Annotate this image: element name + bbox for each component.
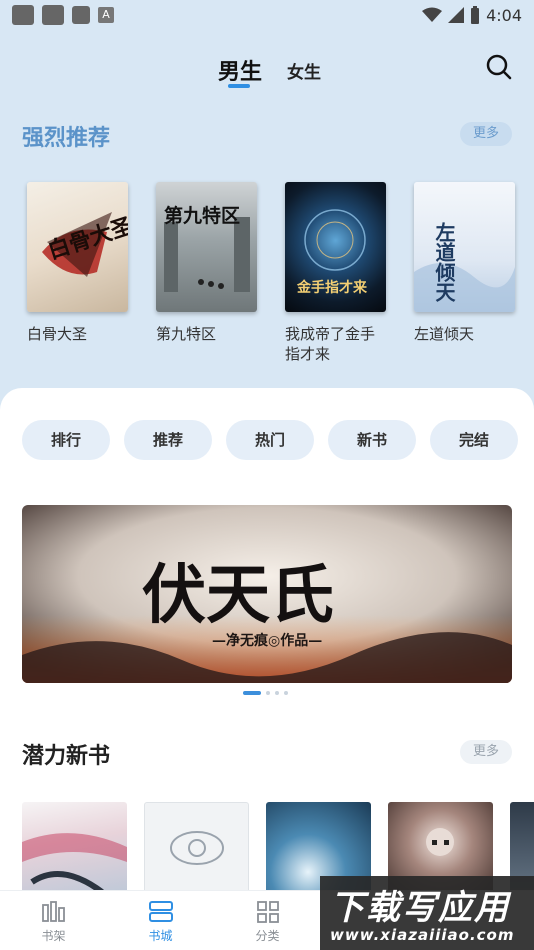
content-sheet: 排行 推荐 热门 新书 完结 伏天氏 —净无痕◎作品— 潜力新书 更多 bbox=[0, 388, 534, 908]
carousel-dot[interactable] bbox=[275, 691, 279, 695]
category-hot[interactable]: 热门 bbox=[226, 420, 314, 460]
carousel-dot[interactable] bbox=[266, 691, 270, 695]
cover-art bbox=[170, 831, 224, 865]
banner-subtitle: —净无痕◎作品— bbox=[212, 632, 322, 649]
carousel-indicator bbox=[243, 691, 288, 695]
watermark-title: 下载写应用 bbox=[330, 888, 510, 928]
search-icon[interactable] bbox=[484, 52, 514, 82]
tab-active-indicator bbox=[228, 84, 250, 88]
nav-category-label: 分类 bbox=[255, 929, 280, 943]
signal-icon bbox=[448, 7, 465, 23]
carousel-dot[interactable] bbox=[243, 691, 261, 695]
cover-art: 左道倾天 bbox=[414, 221, 515, 312]
nav-bookshelf-label: 书架 bbox=[41, 929, 66, 943]
battery-icon bbox=[471, 6, 480, 24]
cover-art: 第九特区 bbox=[164, 204, 250, 292]
cover-art: 金手指才来 bbox=[296, 209, 368, 296]
category-recommend[interactable]: 推荐 bbox=[124, 420, 212, 460]
nav-bookstore-label: 书城 bbox=[148, 929, 173, 943]
category-ranking[interactable]: 排行 bbox=[22, 420, 110, 460]
recommend-more-button[interactable]: 更多 bbox=[460, 122, 512, 146]
status-right: 4:04 bbox=[422, 6, 522, 25]
app-icon bbox=[42, 5, 64, 25]
promo-banner[interactable]: 伏天氏 —净无痕◎作品— bbox=[22, 505, 512, 683]
watermark-logo: 下载写应用 www.xiazaiiiao.com bbox=[320, 876, 534, 950]
category-finished[interactable]: 完结 bbox=[430, 420, 518, 460]
grid-icon bbox=[256, 901, 279, 923]
new-books-title: 潜力新书 bbox=[22, 744, 111, 769]
new-books-more-button[interactable]: 更多 bbox=[460, 740, 512, 764]
category-pills: 排行 推荐 热门 新书 完结 bbox=[22, 420, 518, 460]
bookshelf-icon bbox=[41, 901, 65, 922]
tab-male[interactable]: 男生 bbox=[218, 54, 262, 86]
square-icon bbox=[72, 6, 90, 24]
nav-category[interactable]: 分类 bbox=[214, 891, 321, 950]
top-nav: 男生 女生 bbox=[0, 50, 534, 90]
cover-title: 第九特区 bbox=[164, 204, 240, 227]
app-icon bbox=[12, 5, 34, 25]
book-cover: 金手指才来 bbox=[285, 182, 386, 312]
new-book-cover[interactable] bbox=[144, 802, 249, 902]
book-card[interactable]: 白骨大圣 白骨大圣 bbox=[27, 182, 128, 364]
watermark-url: www.xiazaiiiao.com bbox=[330, 926, 515, 944]
book-cover: 左道倾天 bbox=[414, 182, 515, 312]
book-title: 左道倾天 bbox=[414, 325, 475, 343]
nav-bookstore[interactable]: 书城 bbox=[107, 891, 214, 950]
nav-bookshelf[interactable]: 书架 bbox=[0, 891, 107, 950]
status-bar: A 4:04 bbox=[0, 0, 534, 30]
book-card[interactable]: 金手指才来 我成帝了金手指才来 bbox=[285, 182, 386, 364]
bookstore-icon bbox=[148, 901, 173, 922]
category-new[interactable]: 新书 bbox=[328, 420, 416, 460]
recommend-title: 强烈推荐 bbox=[22, 126, 111, 151]
recommend-books: 白骨大圣 白骨大圣 第九特区 第九特区 金手指才来 我成帝了金手指才来 左道倾天… bbox=[27, 182, 515, 364]
carousel-dot[interactable] bbox=[284, 691, 288, 695]
status-time: 4:04 bbox=[486, 5, 522, 25]
status-left-icons: A bbox=[12, 5, 114, 25]
tab-female[interactable]: 女生 bbox=[287, 58, 321, 83]
book-title: 我成帝了金手指才来 bbox=[285, 325, 376, 363]
new-book-cover[interactable] bbox=[22, 802, 127, 902]
cover-title: 左道倾天 bbox=[432, 221, 456, 303]
book-card[interactable]: 左道倾天 左道倾天 bbox=[414, 182, 515, 364]
cover-art bbox=[22, 833, 127, 895]
cover-title: 金手指才来 bbox=[296, 279, 368, 296]
book-card[interactable]: 第九特区 第九特区 bbox=[156, 182, 257, 364]
wifi-icon bbox=[422, 7, 443, 22]
book-cover: 白骨大圣 bbox=[27, 182, 128, 312]
book-title: 白骨大圣 bbox=[27, 325, 88, 343]
book-title: 第九特区 bbox=[156, 325, 217, 343]
banner-title: 伏天氏 bbox=[142, 558, 334, 633]
a-icon: A bbox=[98, 7, 114, 23]
banner-art: 伏天氏 —净无痕◎作品— bbox=[22, 505, 512, 683]
cover-art: 白骨大圣 bbox=[42, 212, 128, 277]
book-cover: 第九特区 bbox=[156, 182, 257, 312]
